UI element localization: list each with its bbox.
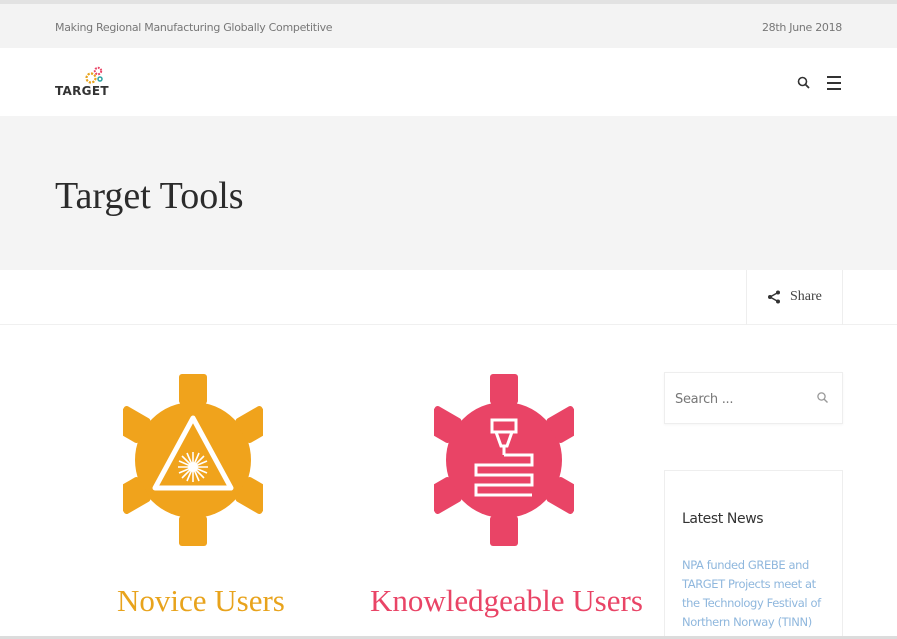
top-bar: Making Regional Manufacturing Globally C… [0, 4, 897, 48]
share-icon [768, 290, 780, 304]
share-bar: Share [0, 270, 897, 325]
current-date: 28th June 2018 [761, 21, 842, 34]
header-search-button[interactable] [795, 74, 813, 92]
share-label: Share [790, 289, 822, 304]
share-button[interactable]: Share [746, 270, 843, 325]
page-title: Target Tools [55, 175, 244, 217]
search-icon [797, 76, 810, 89]
laser-warning-gear-icon [123, 374, 263, 546]
knowledgeable-users-label: Knowledgeable Users [370, 583, 643, 618]
news-item-link[interactable]: NPA funded GREBE and TARGET Projects mee… [682, 556, 832, 632]
latest-news-widget: Latest News NPA funded GREBE and TARGET … [664, 470, 843, 639]
site-logo[interactable]: TARGET [55, 66, 125, 102]
hamburger-menu-button[interactable] [824, 73, 844, 93]
novice-users-label: Novice Users [117, 583, 285, 618]
search-icon[interactable] [816, 391, 830, 405]
site-header: TARGET [0, 48, 897, 116]
page-hero: Target Tools [0, 116, 897, 270]
hamburger-menu-icon [827, 76, 841, 90]
site-tagline: Making Regional Manufacturing Globally C… [55, 21, 333, 34]
logo-gears-icon [85, 66, 103, 84]
logo-text: TARGET [55, 84, 109, 98]
3d-printer-gear-icon [434, 374, 574, 546]
sidebar-search-widget [664, 372, 843, 424]
sidebar-search-input[interactable] [675, 387, 805, 411]
latest-news-heading: Latest News [682, 511, 764, 527]
